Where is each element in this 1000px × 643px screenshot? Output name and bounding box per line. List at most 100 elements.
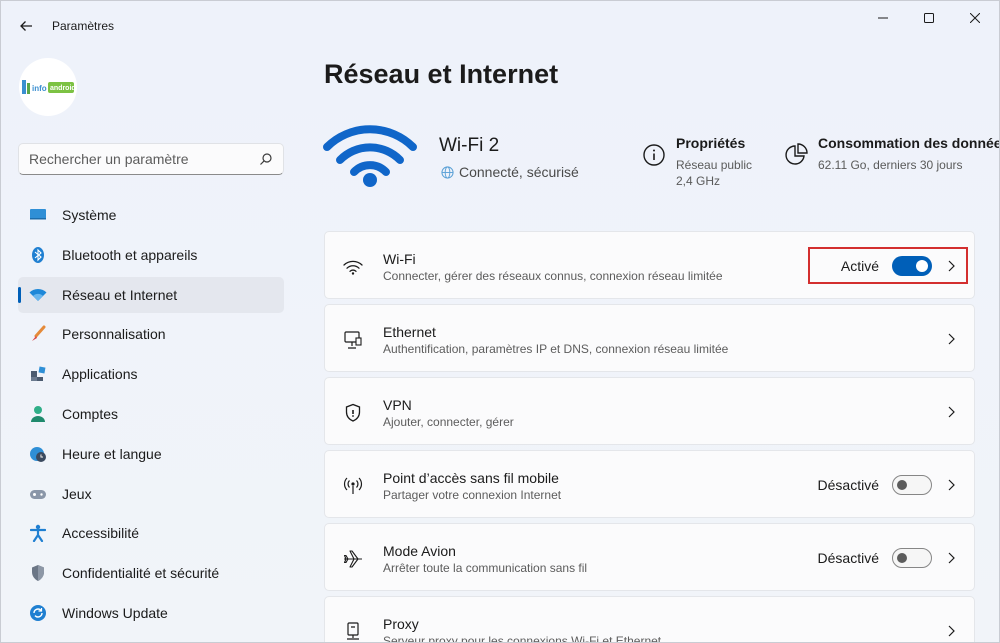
sidebar-item-label: Windows Update	[62, 604, 168, 621]
card-subtitle: Arrêter toute la communication sans fil	[383, 561, 588, 575]
close-button[interactable]	[952, 5, 998, 31]
sidebar-item-label: Heure et langue	[62, 445, 162, 462]
update-icon	[28, 603, 48, 623]
close-icon	[970, 13, 980, 23]
connection-status-text: Connecté, sécurisé	[459, 164, 579, 180]
back-button[interactable]	[13, 13, 39, 39]
vpn-card[interactable]: VPN Ajouter, connecter, gérer	[324, 377, 975, 445]
minimize-button[interactable]	[860, 5, 906, 31]
avatar[interactable]: info android	[19, 58, 77, 116]
wifi-state-label: Activé	[840, 258, 879, 274]
proxy-icon	[342, 621, 364, 642]
hotspot-state-label: Désactivé	[817, 477, 879, 493]
person-icon	[28, 404, 48, 424]
card-subtitle: Ajouter, connecter, gérer	[383, 415, 514, 429]
search-box[interactable]	[18, 143, 284, 175]
card-title: Proxy	[383, 616, 419, 632]
properties-title: Propriétés	[676, 135, 746, 151]
search-icon[interactable]	[259, 152, 273, 166]
settings-window: Paramètres info android Système	[0, 0, 1000, 643]
sidebar-item-label: Bluetooth et appareils	[62, 246, 198, 263]
airplane-toggle[interactable]	[892, 548, 932, 568]
sidebar-nav: Système Bluetooth et appareils Réseau et…	[18, 197, 284, 635]
sidebar-item-label: Réseau et Internet	[62, 286, 178, 303]
data-usage-amount: 62.11 Go, derniers 30 jours	[818, 158, 963, 172]
sidebar-item-accessibilite[interactable]: Accessibilité	[18, 515, 284, 551]
shield-icon	[28, 563, 48, 583]
wifi-large-icon	[323, 125, 417, 187]
chevron-right-icon	[948, 552, 955, 564]
sidebar-item-jeux[interactable]: Jeux	[18, 476, 284, 512]
globe-icon	[441, 165, 454, 179]
sidebar-item-label: Accessibilité	[62, 525, 140, 542]
hotspot-toggle[interactable]	[892, 475, 932, 495]
sidebar-item-label: Applications	[62, 366, 138, 383]
page-title: Réseau et Internet	[324, 59, 559, 89]
toggle-knob	[897, 553, 907, 563]
sidebar-item-label: Confidentialité et sécurité	[62, 565, 220, 582]
sidebar-item-label: Système	[62, 207, 117, 223]
wifi-card[interactable]: Wi-Fi Connecter, gérer des réseaux connu…	[324, 231, 975, 299]
sidebar-item-bluetooth[interactable]: Bluetooth et appareils	[18, 237, 284, 273]
accessibility-icon	[28, 523, 48, 543]
connection-name: Wi-Fi 2	[439, 135, 500, 156]
chevron-right-icon	[948, 333, 955, 345]
network-band: 2,4 GHz	[676, 174, 721, 188]
brush-icon	[28, 324, 48, 344]
wifi-icon	[342, 256, 364, 278]
svg-text:android: android	[50, 85, 76, 92]
card-subtitle: Authentification, paramètres IP et DNS, …	[383, 342, 729, 356]
card-title: Mode Avion	[383, 543, 456, 559]
minimize-icon	[878, 17, 888, 19]
card-title: VPN	[383, 397, 412, 413]
maximize-button[interactable]	[906, 5, 952, 31]
airplane-mode-card[interactable]: Mode Avion Arrêter toute la communicatio…	[324, 523, 975, 591]
toggle-knob	[916, 260, 928, 272]
sidebar-item-applications[interactable]: Applications	[18, 356, 284, 392]
network-profile: Réseau public	[676, 158, 753, 172]
sidebar-item-label: Comptes	[62, 405, 119, 422]
sidebar-item-systeme[interactable]: Système	[18, 197, 284, 233]
airplane-icon	[342, 548, 364, 570]
title-bar: Paramètres	[1, 1, 999, 49]
search-input[interactable]	[29, 151, 259, 167]
ethernet-card[interactable]: Ethernet Authentification, paramètres IP…	[324, 304, 975, 372]
sidebar-item-confidentialite[interactable]: Confidentialité et sécurité	[18, 555, 284, 591]
monitor-icon	[28, 205, 48, 225]
sidebar-item-comptes[interactable]: Comptes	[18, 396, 284, 432]
card-subtitle: Serveur proxy pour les connexions Wi-Fi …	[383, 634, 662, 643]
chevron-right-icon	[948, 260, 955, 272]
hotspot-icon	[342, 475, 364, 497]
ethernet-icon	[342, 329, 364, 351]
maximize-icon	[924, 13, 934, 23]
sidebar-item-personnalisation[interactable]: Personnalisation	[18, 316, 284, 352]
wifi-icon	[28, 285, 48, 305]
hotspot-card[interactable]: Point d’accès sans fil mobile Partager v…	[324, 450, 975, 518]
card-subtitle: Connecter, gérer des réseaux connus, con…	[383, 269, 723, 283]
info-android-logo: info android	[22, 80, 76, 94]
app-title: Paramètres	[52, 19, 115, 33]
wifi-toggle[interactable]	[892, 256, 932, 276]
globe-clock-icon	[28, 444, 48, 464]
card-title: Ethernet	[383, 324, 436, 340]
chevron-right-icon	[948, 479, 955, 491]
card-title: Wi-Fi	[383, 251, 416, 267]
pie-chart-icon	[785, 143, 808, 165]
data-usage-link[interactable]: Consommation des données 62.11 Go, derni…	[784, 135, 1000, 173]
proxy-card[interactable]: Proxy Serveur proxy pour les connexions …	[324, 596, 975, 643]
apps-icon	[28, 364, 48, 384]
settings-cards: Wi-Fi Connecter, gérer des réseaux connu…	[324, 231, 975, 643]
connection-status: Connecté, sécurisé	[441, 164, 579, 180]
data-usage-title: Consommation des données	[818, 135, 1000, 151]
vpn-shield-icon	[342, 402, 364, 424]
sidebar-item-reseau[interactable]: Réseau et Internet	[18, 276, 284, 313]
sidebar-item-windows-update[interactable]: Windows Update	[18, 595, 284, 631]
sidebar-item-heure[interactable]: Heure et langue	[18, 436, 284, 472]
bluetooth-icon	[28, 245, 48, 265]
chevron-right-icon	[948, 406, 955, 418]
card-title: Point d’accès sans fil mobile	[383, 470, 559, 486]
gamepad-icon	[28, 484, 48, 504]
svg-text:info: info	[32, 84, 47, 93]
back-arrow-icon	[20, 21, 32, 31]
properties-link[interactable]: Propriétés Réseau public 2,4 GHz	[642, 135, 752, 189]
